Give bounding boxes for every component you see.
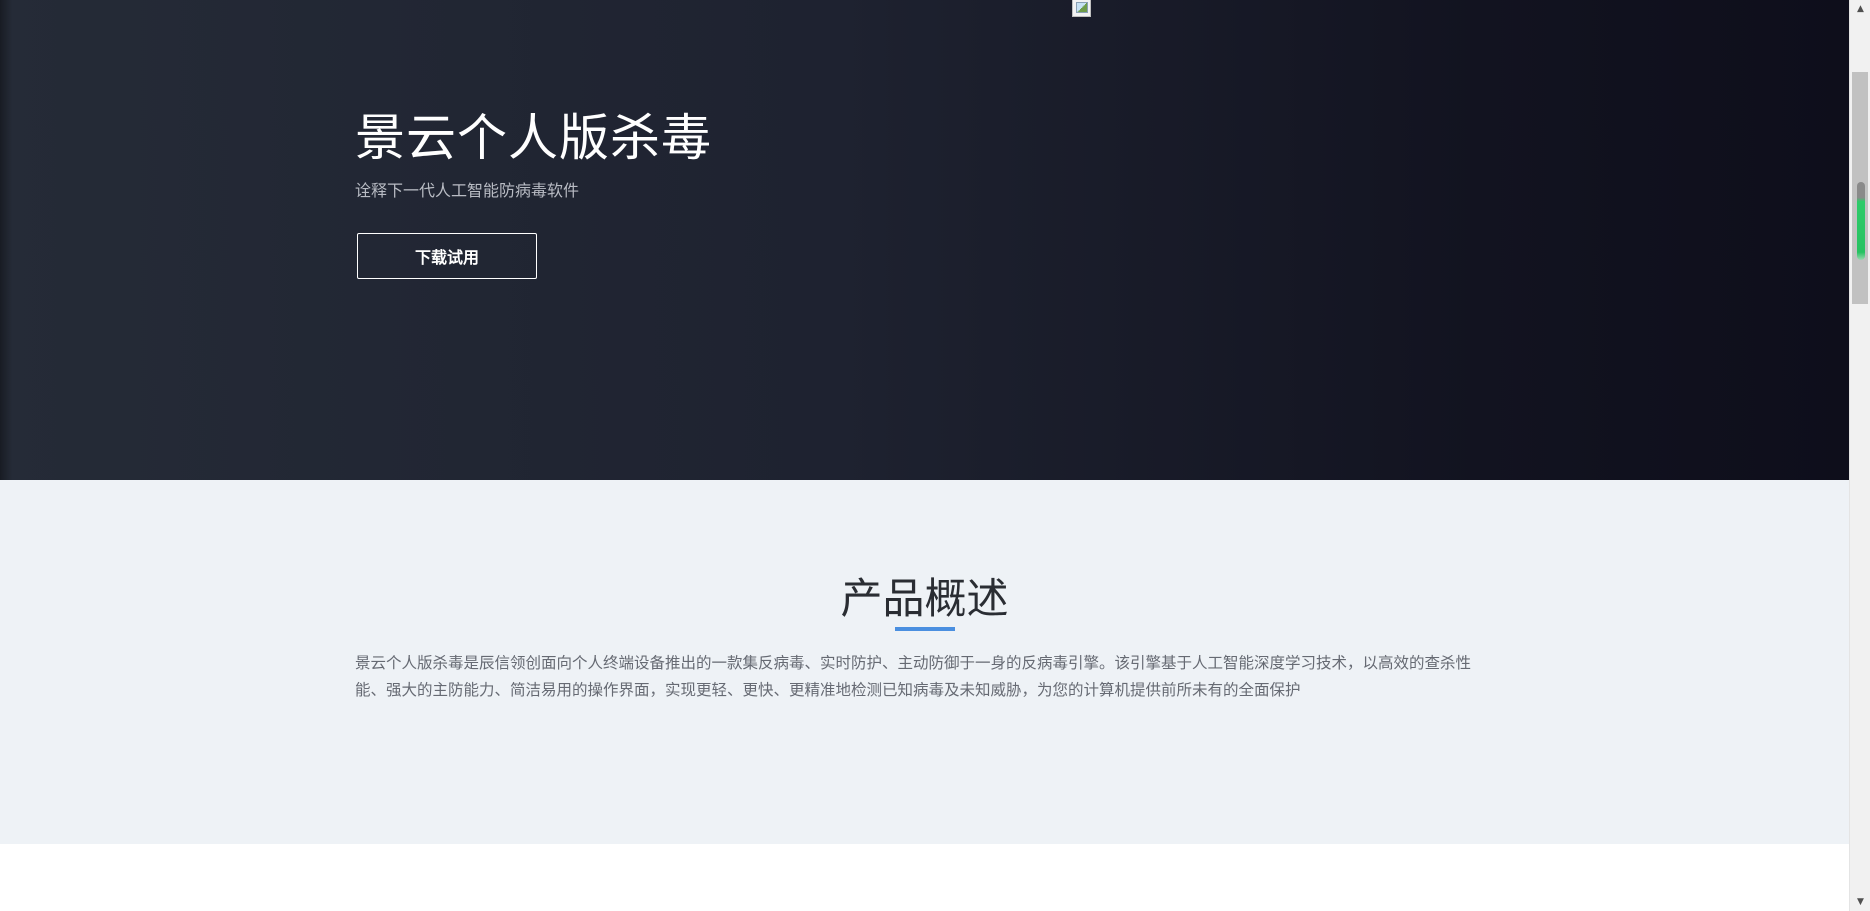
overview-description: 景云个人版杀毒是辰信领创面向个人终端设备推出的一款集反病毒、实时防护、主动防御于… [355, 654, 1472, 699]
hero-title: 景云个人版杀毒 [355, 109, 712, 167]
title-underline [895, 627, 955, 631]
page: 景云个人版杀毒 诠释下一代人工智能防病毒软件 下载试用 产品概述 景云个人版杀毒… [0, 0, 1870, 911]
next-section [0, 844, 1849, 911]
broken-image-icon [1072, 0, 1091, 17]
hero-banner: 景云个人版杀毒 诠释下一代人工智能防病毒软件 下载试用 [0, 0, 1849, 480]
hero-left-shadow [0, 0, 12, 480]
scroll-position-marker [1857, 182, 1865, 260]
scroll-down-arrow-icon[interactable]: ▼ [1850, 893, 1870, 911]
scroll-up-arrow-icon[interactable]: ▲ [1850, 0, 1870, 18]
hero-subtitle: 诠释下一代人工智能防病毒软件 [355, 181, 580, 200]
overview-title: 产品概述 [840, 574, 1009, 623]
vertical-scrollbar[interactable]: ▲ ▼ [1849, 0, 1870, 911]
download-trial-button[interactable]: 下载试用 [357, 233, 537, 279]
